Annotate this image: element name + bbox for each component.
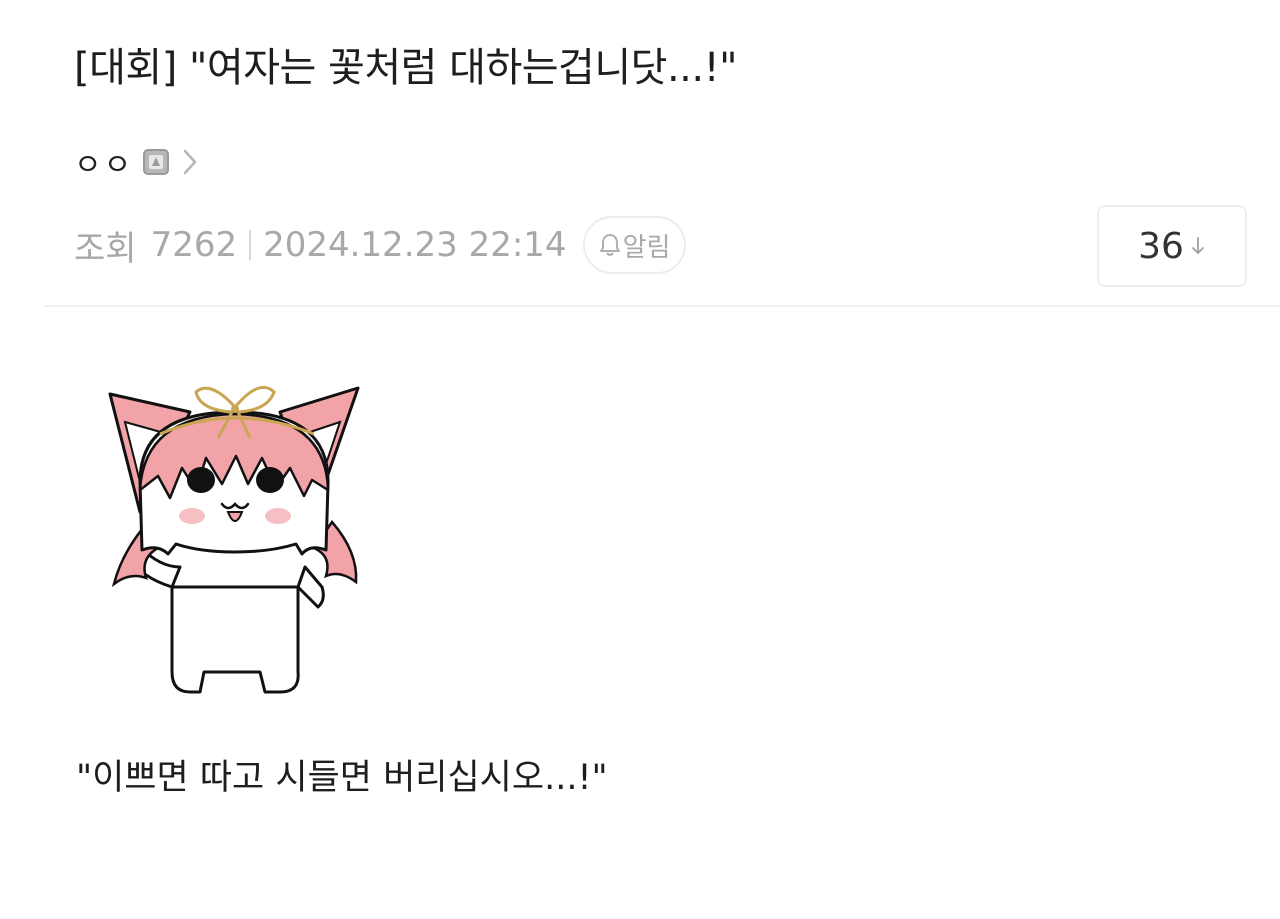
post-meta: 조회 7262 2024.12.23 22:14 알림	[74, 216, 687, 274]
meta-divider	[249, 230, 252, 260]
views-count: 7262	[150, 225, 238, 265]
arrow-down-icon	[1192, 237, 1204, 254]
bell-icon	[599, 234, 620, 256]
author-name[interactable]: ㅇㅇ	[74, 140, 133, 184]
character-image	[108, 385, 360, 694]
alarm-label: 알림	[622, 232, 671, 263]
author-row[interactable]: ㅇㅇ	[74, 140, 199, 184]
post-title: [대회] "여자는 꽃처럼 대하는겁니닷...!"	[74, 45, 738, 91]
chevron-right-icon[interactable]	[181, 147, 199, 177]
alarm-button[interactable]: 알림	[582, 216, 687, 274]
comment-count-button[interactable]: 36	[1097, 205, 1247, 287]
post-body-text: "이쁘면 따고 시들면 버리십시오...!"	[76, 758, 608, 798]
post-datetime: 2024.12.23 22:14	[263, 225, 567, 265]
header-divider	[44, 305, 1280, 307]
comment-count: 36	[1138, 225, 1184, 267]
level-badge-icon	[143, 149, 170, 175]
views-label: 조회	[74, 228, 137, 269]
